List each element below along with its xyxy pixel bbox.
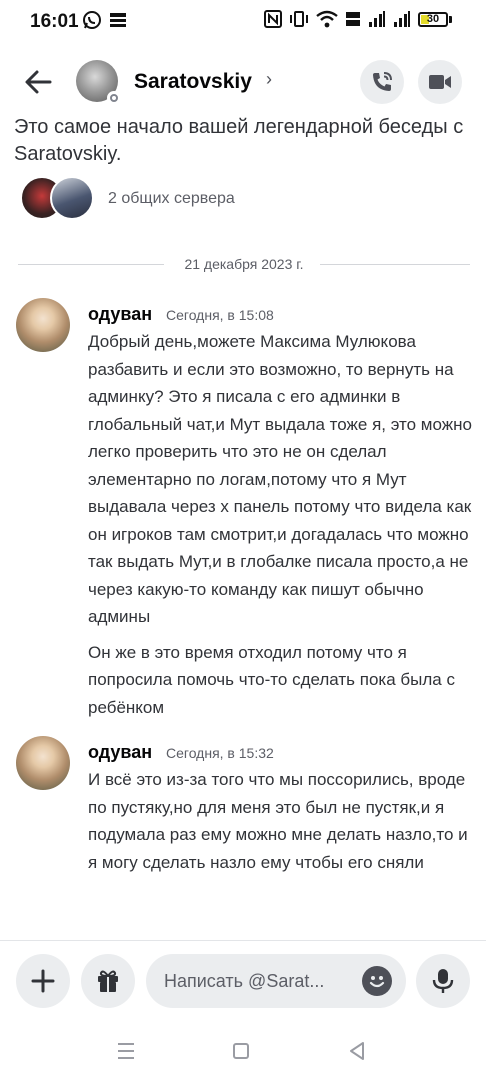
signal-icon — [369, 11, 385, 27]
wifi-icon — [316, 10, 338, 28]
message-author[interactable]: одуван — [88, 304, 152, 325]
message-content: И всё это из-за того что мы поссорились,… — [88, 766, 472, 884]
message-content: Добрый день,можете Максима Мулюкова разб… — [88, 328, 472, 729]
menu-lines-icon[interactable] — [116, 1042, 136, 1060]
emoji-icon[interactable] — [362, 966, 392, 996]
message-paragraph: И всё это из-за того что мы поссорились,… — [88, 770, 468, 872]
system-nav-bar — [0, 1024, 486, 1080]
server-icon[interactable] — [50, 176, 94, 220]
message-composer: Написать @Sarat... — [0, 952, 486, 1012]
message-timestamp: Сегодня, в 15:32 — [166, 745, 274, 761]
video-camera-icon — [429, 75, 451, 89]
page-title[interactable]: Saratovskiy — [134, 70, 252, 94]
message-input[interactable]: Написать @Sarat... — [146, 954, 406, 1008]
avatar[interactable] — [16, 736, 70, 790]
message-timestamp: Сегодня, в 15:08 — [166, 307, 274, 323]
chat-header: Saratovskiy › — [0, 46, 486, 116]
conversation-intro: Это самое начало вашей легендарной бесед… — [14, 116, 464, 165]
plus-icon — [31, 969, 55, 993]
voice-message-button[interactable] — [416, 954, 470, 1008]
app-notification-icon — [110, 13, 126, 27]
gift-button[interactable] — [81, 954, 135, 1008]
microphone-icon — [432, 969, 454, 993]
message-paragraph: Добрый день,можете Максима Мулюкова разб… — [88, 332, 472, 626]
date-divider: 21 декабря 2023 г. — [18, 256, 470, 274]
message-paragraph: Он же в это время отходил потому что я п… — [88, 642, 455, 717]
triangle-back-icon[interactable] — [348, 1041, 366, 1061]
mutual-servers-label[interactable]: 2 общих сервера — [108, 190, 235, 208]
signal-2-icon — [394, 11, 410, 27]
arrow-left-icon[interactable] — [22, 66, 54, 98]
video-call-button[interactable] — [418, 60, 462, 104]
square-icon[interactable] — [232, 1042, 250, 1060]
battery-level: 30 — [426, 12, 440, 25]
status-indicator — [107, 91, 121, 105]
chevron-right-icon[interactable]: › — [266, 69, 272, 90]
phone-call-icon — [373, 72, 392, 91]
volte-icon — [346, 12, 360, 26]
status-bar: 16:01 30 — [0, 0, 486, 44]
message-author[interactable]: одуван — [88, 742, 152, 763]
divider — [0, 940, 486, 941]
battery-icon: 30 — [418, 11, 452, 27]
nfc-icon — [264, 10, 282, 28]
status-time: 16:01 — [30, 11, 79, 32]
message-input-placeholder: Написать @Sarat... — [164, 971, 325, 991]
add-attachment-button[interactable] — [16, 954, 70, 1008]
call-button[interactable] — [360, 60, 404, 104]
gift-icon — [98, 970, 118, 992]
vibrate-icon — [290, 11, 308, 27]
whatsapp-icon — [83, 11, 101, 29]
avatar[interactable] — [76, 60, 121, 105]
avatar[interactable] — [16, 298, 70, 352]
